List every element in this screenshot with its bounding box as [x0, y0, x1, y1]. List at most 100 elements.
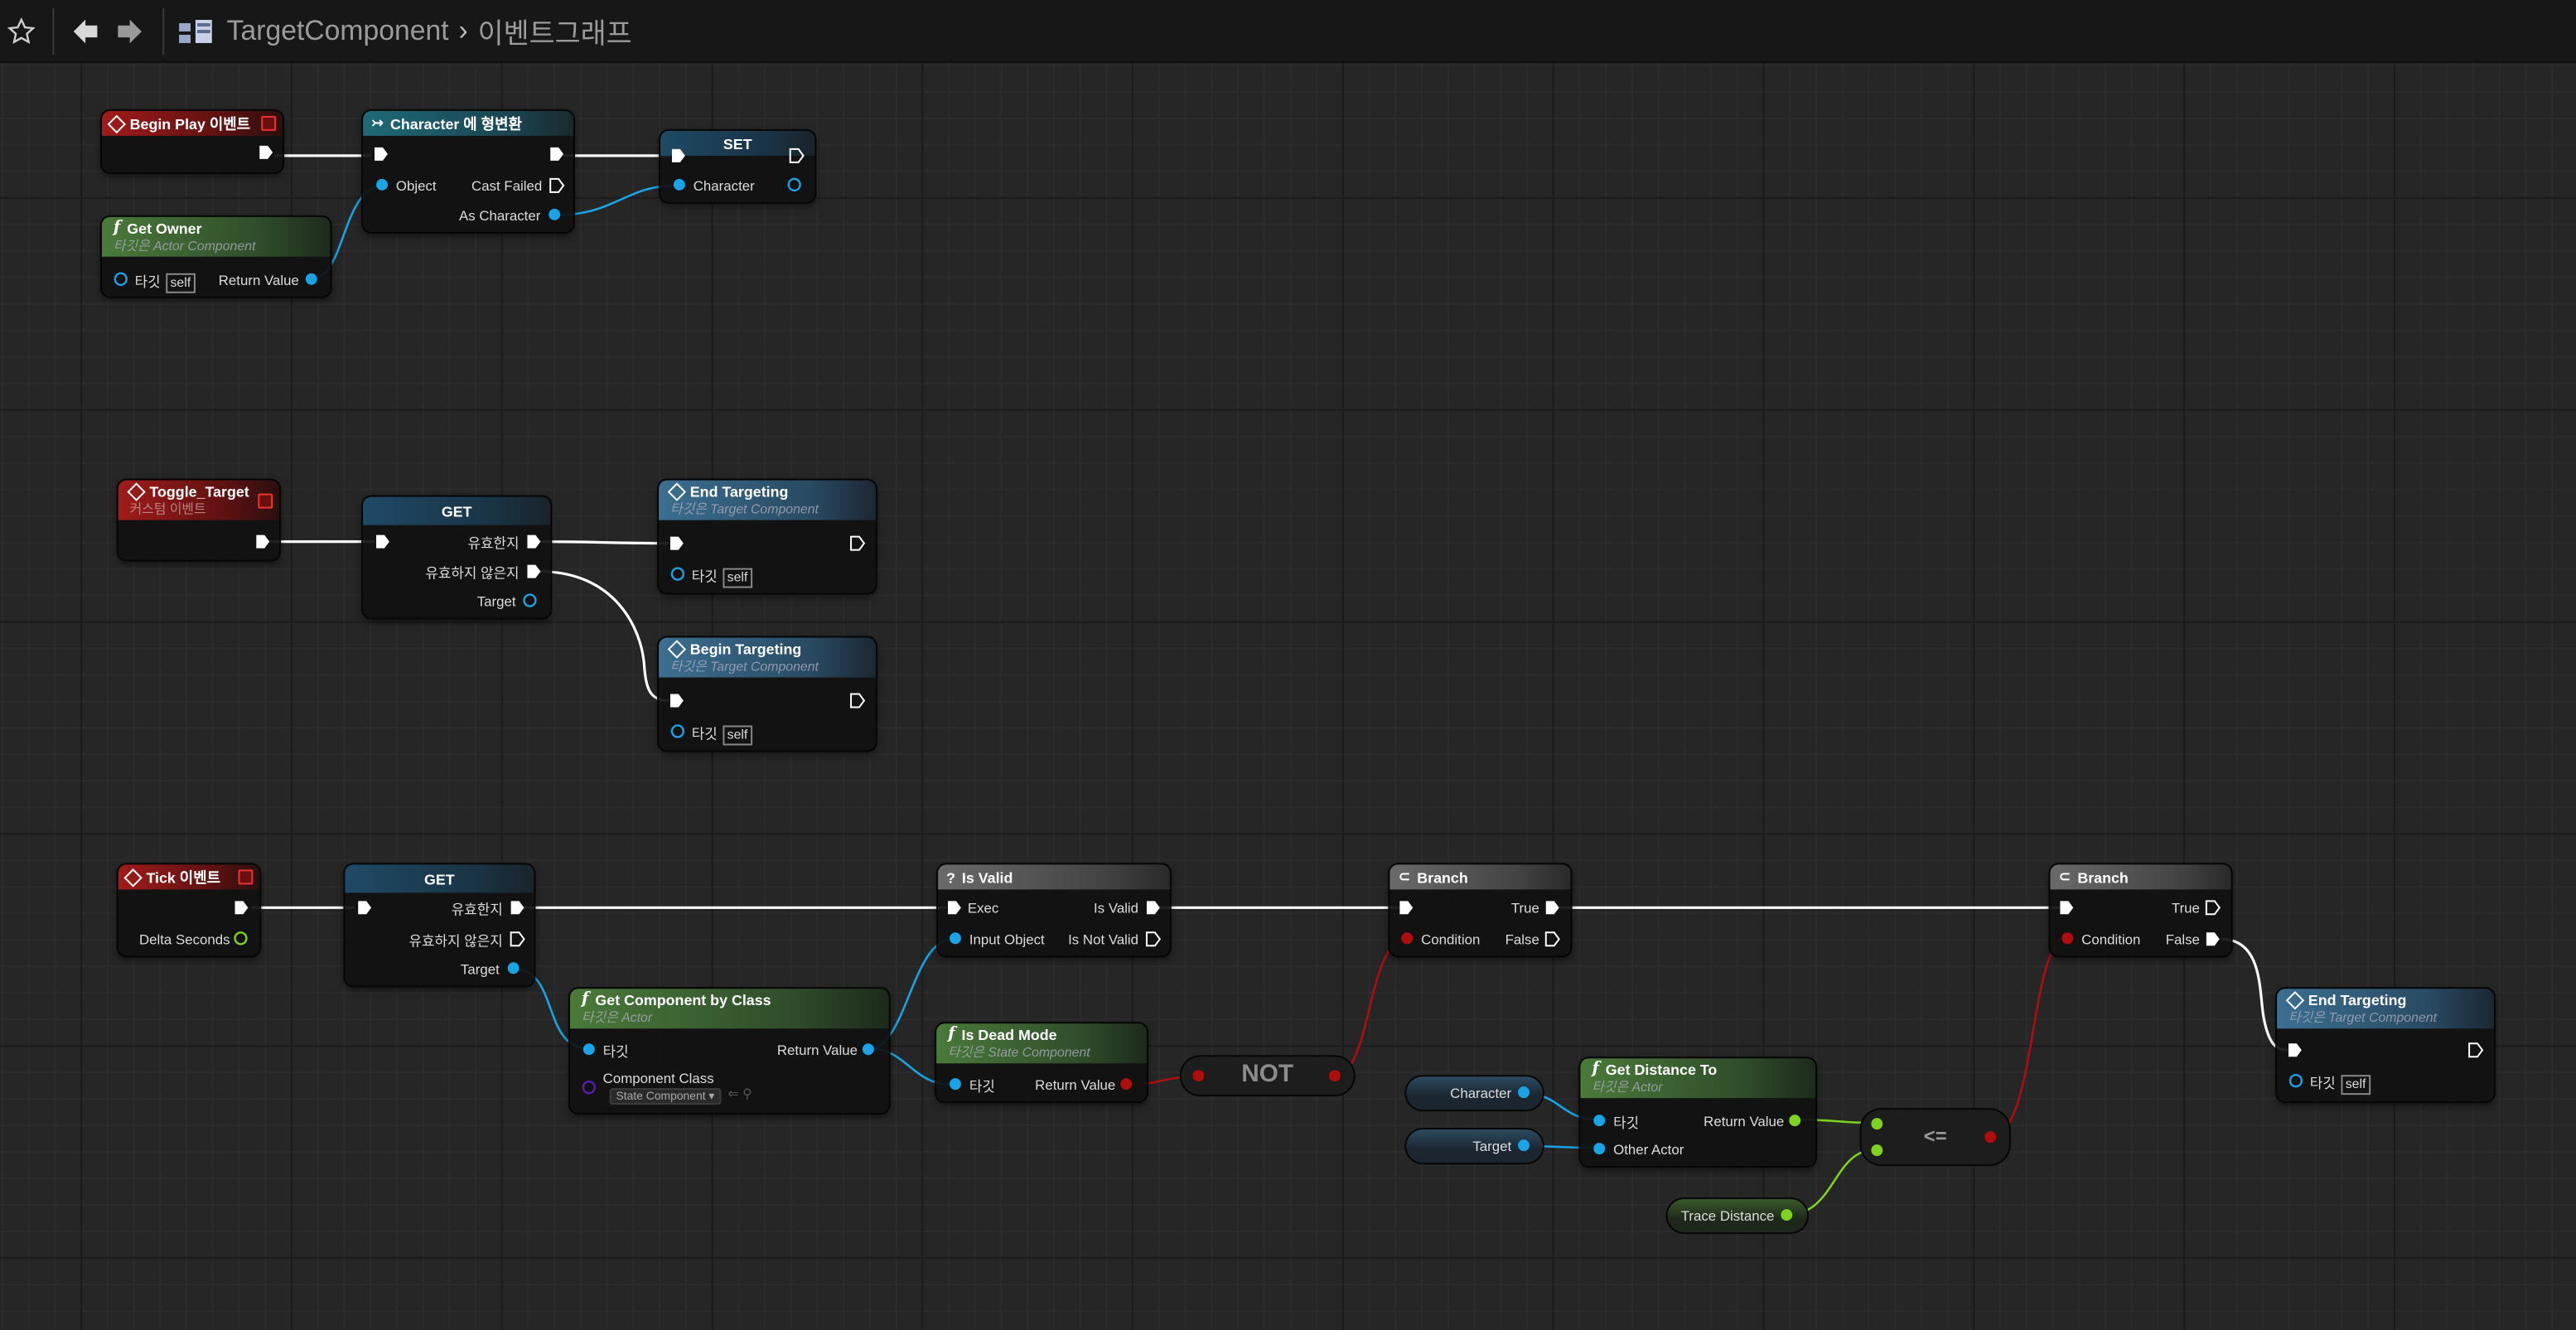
validated-get-node[interactable]: GET 유효한지 유효하지 않은지 Target — [345, 864, 534, 986]
exec-wire — [539, 569, 669, 703]
cast-failed-pin[interactable] — [549, 177, 565, 194]
variable-output-pin[interactable] — [1779, 1207, 1794, 1222]
is-not-valid-exec-pin[interactable] — [525, 563, 542, 580]
is-valid-exec-pin[interactable] — [1145, 899, 1162, 916]
exec-in-pin[interactable] — [669, 535, 685, 552]
exec-in-pin[interactable] — [2058, 899, 2075, 916]
variable-output-pin[interactable] — [1516, 1085, 1531, 1100]
return-value-pin[interactable] — [304, 272, 319, 287]
true-exec-pin[interactable] — [2205, 899, 2221, 916]
other-actor-pin[interactable] — [1592, 1141, 1607, 1156]
object-input-pin[interactable] — [375, 177, 389, 192]
exec-in-pin[interactable] — [356, 899, 373, 916]
return-value-pin[interactable] — [1119, 1076, 1133, 1091]
pin-label-return: Return Value — [776, 1042, 858, 1059]
pin-label-target: 타깃 self — [692, 567, 753, 588]
exec-out-pin[interactable] — [258, 144, 274, 161]
exec-out-pin[interactable] — [234, 899, 250, 916]
exec-out-pin[interactable] — [849, 692, 866, 709]
cast-to-character-node[interactable]: ↣ Character 에 형변환 Object Cast Failed As … — [363, 110, 573, 232]
exec-out-pin[interactable] — [789, 148, 805, 164]
delta-seconds-pin[interactable] — [234, 931, 249, 946]
begin-play-event-node[interactable]: Begin Play 이벤트 — [101, 110, 283, 172]
return-value-pin[interactable] — [861, 1042, 876, 1057]
target-label: 타깃 — [134, 273, 161, 290]
target-input-pin[interactable] — [948, 1076, 963, 1091]
get-owner-node[interactable]: f Get Owner 타깃은 Actor Component 타깃 self Re… — [101, 216, 331, 297]
pin-label-valid: 유효한지 — [467, 534, 520, 552]
self-box[interactable]: self — [2340, 1075, 2371, 1095]
target-input-pin[interactable] — [114, 272, 128, 287]
target-output-pin[interactable] — [523, 593, 538, 608]
begin-targeting-node[interactable]: Begin Targeting 타깃은 Target Component 타깃 s… — [659, 637, 876, 751]
is-valid-exec-pin[interactable] — [525, 534, 542, 550]
self-box[interactable]: self — [722, 568, 753, 588]
exec-out-pin[interactable] — [254, 534, 271, 550]
less-equal-compare-node[interactable]: <= — [1861, 1110, 2009, 1165]
component-class-dropdown[interactable]: State Component ▾ — [609, 1088, 722, 1105]
toggle-target-event-node[interactable]: Toggle_Target 커스텀 이벤트 — [118, 480, 280, 560]
target-output-pin[interactable] — [506, 960, 521, 975]
branch-node[interactable]: ⊂ Branch True Condition False — [1389, 864, 1571, 956]
return-value-pin[interactable] — [1787, 1113, 1802, 1128]
delegate-pin-icon[interactable] — [258, 493, 273, 509]
is-valid-exec-pin[interactable] — [510, 899, 526, 916]
end-targeting-node[interactable]: End Targeting 타깃은 Target Component 타깃 sel… — [2277, 989, 2494, 1102]
delegate-pin-icon[interactable] — [261, 115, 277, 131]
delegate-pin-icon[interactable] — [238, 869, 254, 885]
exec-out-pin[interactable] — [2467, 1042, 2484, 1058]
pin-label-true: True — [2171, 899, 2200, 916]
branch-node[interactable]: ⊂ Branch True Condition False — [2050, 864, 2231, 956]
set-character-node[interactable]: SET Character — [660, 130, 815, 202]
character-variable-node[interactable]: Character — [1406, 1076, 1543, 1110]
false-exec-pin[interactable] — [2205, 931, 2221, 947]
as-character-pin[interactable] — [547, 207, 562, 222]
exec-in-pin[interactable] — [373, 146, 389, 162]
exec-out-pin[interactable] — [549, 146, 565, 162]
get-distance-to-node[interactable]: f Get Distance To 타깃은 Actor 타깃 Return Val… — [1580, 1058, 1815, 1167]
tick-event-node[interactable]: Tick 이벤트 Delta Seconds — [118, 864, 260, 956]
exec-in-pin[interactable] — [670, 148, 687, 164]
character-input-pin[interactable] — [672, 177, 687, 192]
exec-in-pin[interactable] — [375, 534, 391, 550]
get-component-by-class-node[interactable]: f Get Component by Class 타깃은 Actor 타깃 Ret… — [570, 989, 889, 1114]
condition-pin[interactable] — [2060, 931, 2075, 946]
input-object-pin[interactable] — [948, 931, 963, 946]
exec-in-pin[interactable] — [946, 899, 963, 916]
self-box[interactable]: self — [165, 273, 196, 293]
target-input-pin[interactable] — [670, 567, 685, 582]
exec-out-pin[interactable] — [849, 535, 866, 552]
exec-in-pin[interactable] — [2287, 1042, 2303, 1058]
is-not-valid-exec-pin[interactable] — [1145, 931, 1162, 947]
target-input-pin[interactable] — [670, 723, 685, 738]
bool-output-pin[interactable] — [1327, 1068, 1342, 1083]
target-input-pin[interactable] — [2288, 1073, 2303, 1088]
component-class-pin[interactable] — [582, 1080, 597, 1095]
is-valid-macro-node[interactable]: ? Is Valid Exec Is Valid Input Object Is… — [938, 864, 1170, 956]
pin-label-return: Return Value — [218, 271, 299, 288]
validated-get-node[interactable]: GET 유효한지 유효하지 않은지 Target — [363, 496, 551, 618]
target-input-pin[interactable] — [582, 1042, 597, 1057]
character-output-pin[interactable] — [787, 177, 802, 192]
not-boolean-node[interactable]: NOT — [1181, 1057, 1354, 1095]
node-subtitle: 타깃은 Target Component — [2288, 1009, 2438, 1025]
self-box[interactable]: self — [722, 725, 753, 746]
node-subtitle: 커스텀 이벤트 — [129, 501, 206, 516]
true-exec-pin[interactable] — [1544, 899, 1561, 916]
target-input-pin[interactable] — [1592, 1113, 1607, 1128]
false-exec-pin[interactable] — [1544, 931, 1561, 947]
condition-pin[interactable] — [1399, 931, 1414, 946]
browse-icons[interactable]: ⇐ ⚲ — [727, 1086, 752, 1101]
pin-label-object: Object — [395, 177, 437, 194]
variable-output-pin[interactable] — [1516, 1138, 1531, 1153]
node-subtitle: 타깃은 Target Component — [669, 501, 819, 516]
exec-in-pin[interactable] — [1398, 899, 1414, 916]
function-icon: f — [113, 218, 121, 237]
end-targeting-node[interactable]: End Targeting 타깃은 Target Component 타깃 sel… — [659, 480, 876, 593]
bool-output-pin[interactable] — [1983, 1129, 1998, 1144]
is-dead-mode-node[interactable]: f Is Dead Mode 타깃은 State Component 타깃 Ret… — [936, 1023, 1147, 1102]
is-not-valid-exec-pin[interactable] — [510, 931, 526, 947]
target-variable-node[interactable]: Target — [1406, 1129, 1543, 1163]
exec-in-pin[interactable] — [669, 692, 685, 709]
trace-distance-variable-node[interactable]: Trace Distance — [1667, 1199, 1808, 1233]
